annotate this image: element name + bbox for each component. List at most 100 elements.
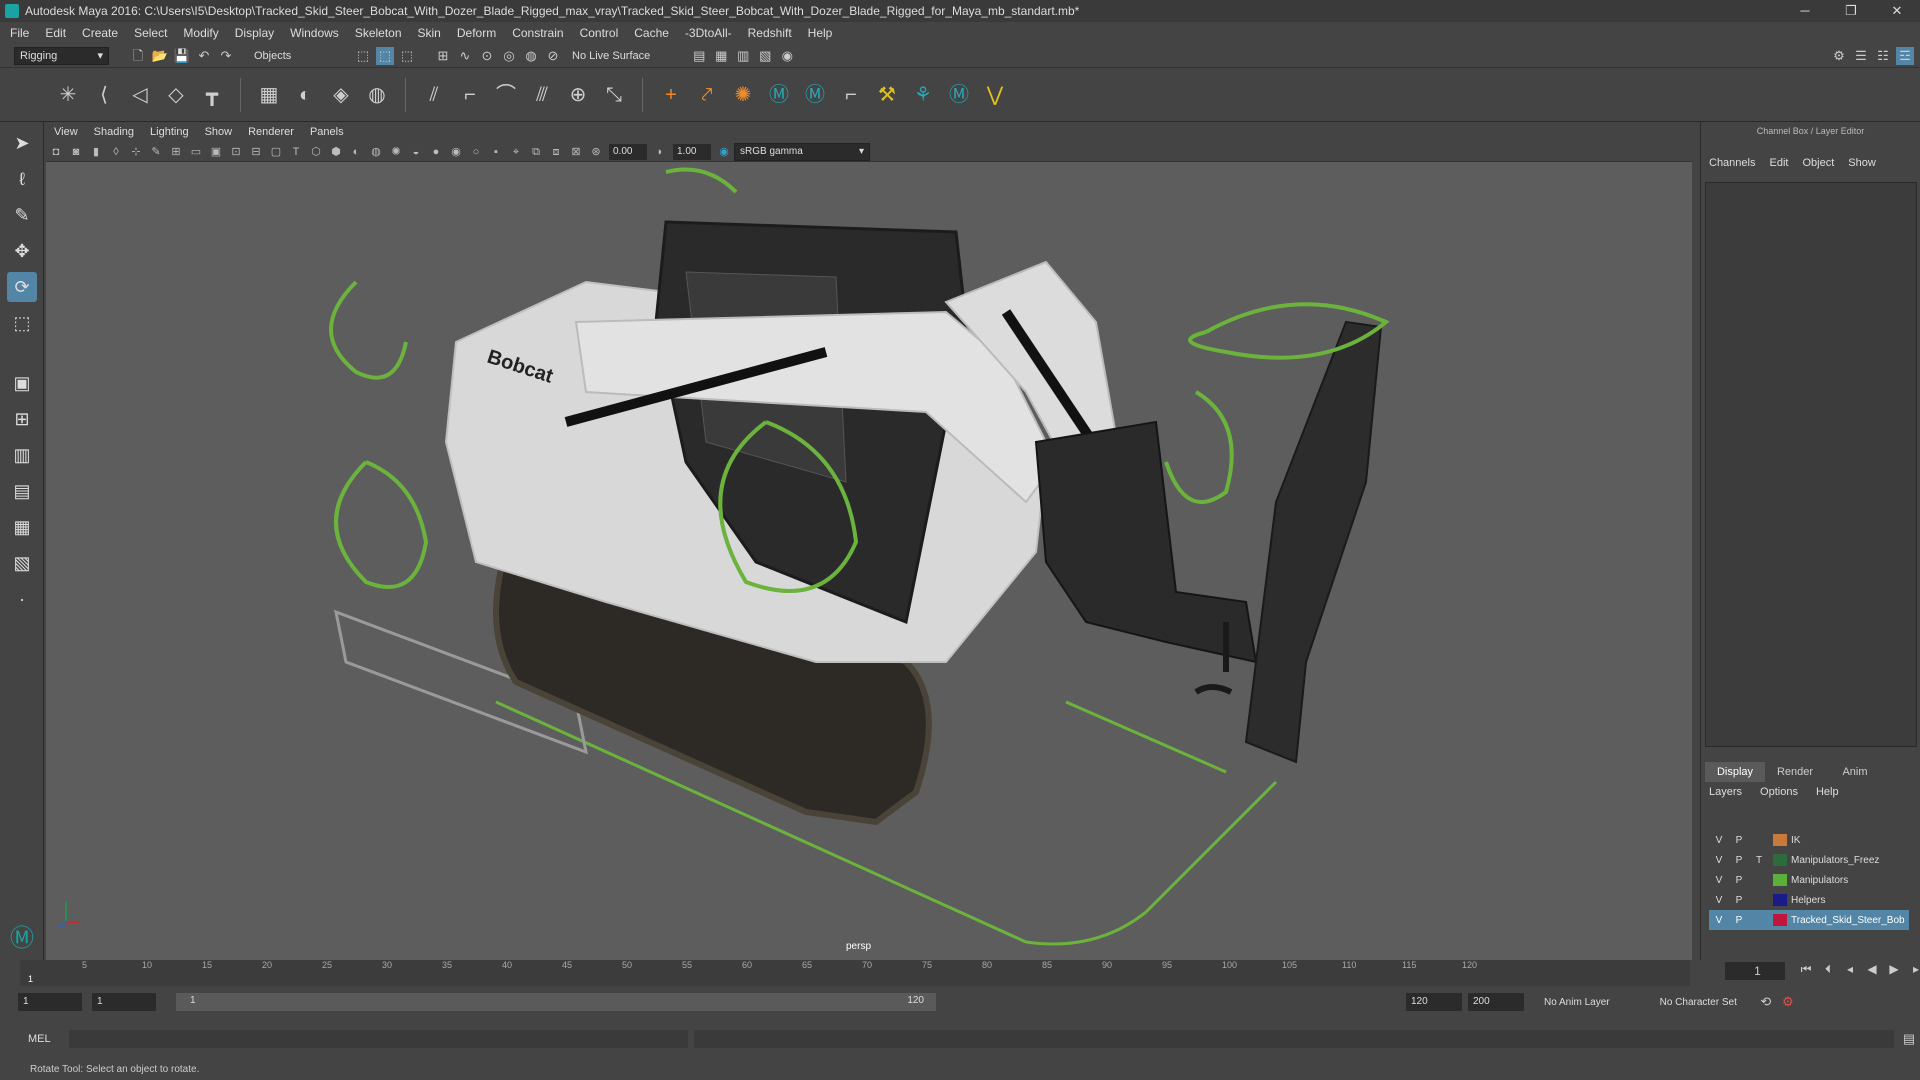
view-transform-dropdown[interactable]: sRGB gamma ▾ bbox=[734, 142, 870, 161]
snap-vertex-icon[interactable]: ⊘ bbox=[544, 47, 562, 65]
bookmark-icon[interactable]: ▮ bbox=[88, 144, 104, 160]
render-settings-icon[interactable]: ▤ bbox=[690, 47, 708, 65]
menu-windows[interactable]: Windows bbox=[290, 26, 339, 40]
snap-surface-icon[interactable]: ◍ bbox=[522, 47, 540, 65]
viewport-menu-shading[interactable]: Shading bbox=[94, 126, 134, 138]
persp-uv-layout-icon[interactable]: ▧ bbox=[7, 548, 37, 578]
exposure-icon[interactable]: ⊛ bbox=[588, 144, 604, 160]
animation-end-field[interactable]: 200 bbox=[1468, 993, 1524, 1011]
layer-color-swatch[interactable] bbox=[1773, 874, 1787, 886]
grease-pencil-icon[interactable]: ✎ bbox=[148, 144, 164, 160]
menu-control[interactable]: Control bbox=[580, 26, 619, 40]
layer-color-swatch[interactable] bbox=[1773, 834, 1787, 846]
live-surface-field[interactable]: No Live Surface bbox=[572, 50, 650, 62]
camera-lock-icon[interactable]: ◙ bbox=[68, 144, 84, 160]
viewport-3d[interactable]: Bobcat persp bbox=[46, 162, 1692, 960]
ik-spline-icon[interactable]: ◁ bbox=[125, 80, 155, 110]
current-frame-field[interactable]: 1 bbox=[1725, 962, 1785, 980]
parent-constraint-icon[interactable]: Ⓜ bbox=[764, 80, 794, 110]
wireframe-icon[interactable]: ⬡ bbox=[308, 144, 324, 160]
character-set-dropdown[interactable]: No Character Set bbox=[1660, 997, 1737, 1008]
cluster-icon[interactable]: ◐ bbox=[290, 80, 320, 110]
mirror-joint-icon[interactable]: ◇ bbox=[161, 80, 191, 110]
selection-mode-dropdown[interactable]: Objects bbox=[249, 46, 344, 65]
bind-skin-icon[interactable]: ⫽ bbox=[419, 80, 449, 110]
layer-playback[interactable]: P bbox=[1729, 855, 1749, 866]
layer-menu-layers[interactable]: Layers bbox=[1709, 786, 1742, 798]
two-d-pan-icon[interactable]: ⊹ bbox=[128, 144, 144, 160]
layer-row[interactable]: V P IK bbox=[1709, 830, 1909, 850]
menu-skeleton[interactable]: Skeleton bbox=[355, 26, 402, 40]
play-forward-icon[interactable]: ▶ bbox=[1883, 962, 1905, 980]
menu-cache[interactable]: Cache bbox=[634, 26, 669, 40]
layer-name[interactable]: Manipulators_Freez bbox=[1791, 855, 1879, 866]
time-slider[interactable]: 1 5 10 15 20 25 30 35 40 45 50 55 60 65 70 75 80 85 90 95 1… bbox=[20, 960, 1690, 986]
four-view-layout-icon[interactable]: ⊞ bbox=[7, 404, 37, 434]
step-back-frame-icon[interactable]: ◂ bbox=[1839, 962, 1861, 980]
layer-row[interactable]: V P Manipulators bbox=[1709, 870, 1909, 890]
layer-color-swatch[interactable] bbox=[1773, 894, 1787, 906]
channel-menu-edit[interactable]: Edit bbox=[1769, 157, 1788, 169]
menu-file[interactable]: File bbox=[10, 26, 29, 40]
sculpt-icon[interactable]: ◍ bbox=[362, 80, 392, 110]
select-hierarchy-icon[interactable]: ⬚ bbox=[354, 47, 372, 65]
hik-icon[interactable]: Ⓜ bbox=[944, 80, 974, 110]
menu-modify[interactable]: Modify bbox=[183, 26, 218, 40]
layer-template[interactable]: T bbox=[1749, 855, 1769, 866]
pole-vector-icon[interactable]: ⌐ bbox=[836, 80, 866, 110]
gamma-icon[interactable]: ◗ bbox=[652, 144, 668, 160]
copy-weights-icon[interactable]: ⊕ bbox=[563, 80, 593, 110]
gamma-field[interactable]: 1.00 bbox=[673, 143, 711, 160]
blend-shape-icon[interactable]: ⚘ bbox=[908, 80, 938, 110]
command-input[interactable] bbox=[68, 1030, 689, 1048]
menu-help[interactable]: Help bbox=[808, 26, 833, 40]
layer-visibility[interactable]: V bbox=[1709, 855, 1729, 866]
tool-settings-icon[interactable]: ☷ bbox=[1874, 47, 1892, 65]
anim-layer-dropdown[interactable]: No Anim Layer bbox=[1544, 997, 1610, 1008]
render-frame-icon[interactable]: ▦ bbox=[712, 47, 730, 65]
menu-skin[interactable]: Skin bbox=[418, 26, 441, 40]
rotate-tool-icon[interactable]: ⟳ bbox=[7, 272, 37, 302]
layer-name[interactable]: Tracked_Skid_Steer_Bob bbox=[1791, 915, 1905, 926]
channel-box-area[interactable] bbox=[1705, 182, 1917, 747]
step-back-key-icon[interactable]: ⏴ bbox=[1817, 962, 1839, 980]
aim-constraint-icon[interactable]: ⤤ bbox=[692, 80, 722, 110]
menu-create[interactable]: Create bbox=[82, 26, 118, 40]
safe-action-icon[interactable]: ▢ bbox=[268, 144, 284, 160]
layer-visibility[interactable]: V bbox=[1709, 915, 1729, 926]
xray-icon[interactable]: ⧉ bbox=[528, 144, 544, 160]
layer-name[interactable]: Helpers bbox=[1791, 895, 1825, 906]
viewport-menu-view[interactable]: View bbox=[54, 126, 78, 138]
single-perspective-layout-icon[interactable]: ▣ bbox=[7, 368, 37, 398]
script-language-label[interactable]: MEL bbox=[28, 1033, 51, 1045]
menu-select[interactable]: Select bbox=[134, 26, 167, 40]
scale-constraint-icon[interactable]: Ⓜ bbox=[800, 80, 830, 110]
channel-menu-show[interactable]: Show bbox=[1848, 157, 1876, 169]
menu-constrain[interactable]: Constrain bbox=[512, 26, 563, 40]
attribute-editor-icon[interactable]: ☰ bbox=[1852, 47, 1870, 65]
persp-graph-layout-icon[interactable]: ▤ bbox=[7, 476, 37, 506]
range-slider[interactable]: 1 120 bbox=[176, 993, 936, 1011]
resolution-gate-icon[interactable]: ▣ bbox=[208, 144, 224, 160]
minimize-button[interactable]: ─ bbox=[1782, 0, 1828, 22]
set-driven-key-icon[interactable]: ⚒ bbox=[872, 80, 902, 110]
xray-joints-icon[interactable]: ⧈ bbox=[548, 144, 564, 160]
playback-end-field[interactable]: 120 bbox=[1406, 993, 1462, 1011]
mirror-weights-icon[interactable]: ⤡ bbox=[599, 80, 629, 110]
channel-menu-channels[interactable]: Channels bbox=[1709, 157, 1755, 169]
play-backward-icon[interactable]: ◀ bbox=[1861, 962, 1883, 980]
point-constraint-icon[interactable]: + bbox=[656, 80, 686, 110]
wrap-icon[interactable]: ◈ bbox=[326, 80, 356, 110]
viewport-menu-renderer[interactable]: Renderer bbox=[248, 126, 294, 138]
layer-visibility[interactable]: V bbox=[1709, 875, 1729, 886]
layer-playback[interactable]: P bbox=[1729, 875, 1749, 886]
go-to-start-icon[interactable]: ⏮ bbox=[1795, 962, 1817, 980]
textured-icon[interactable]: ◍ bbox=[368, 144, 384, 160]
step-forward-frame-icon[interactable]: ▸ bbox=[1905, 962, 1920, 980]
screen-space-ao-icon[interactable]: ● bbox=[428, 144, 444, 160]
toggle-layout-icon[interactable]: · bbox=[7, 584, 37, 614]
select-tool-icon[interactable]: ➤ bbox=[7, 128, 37, 158]
menu-display[interactable]: Display bbox=[235, 26, 274, 40]
field-chart-icon[interactable]: ⊟ bbox=[248, 144, 264, 160]
tab-display[interactable]: Display bbox=[1705, 762, 1765, 782]
